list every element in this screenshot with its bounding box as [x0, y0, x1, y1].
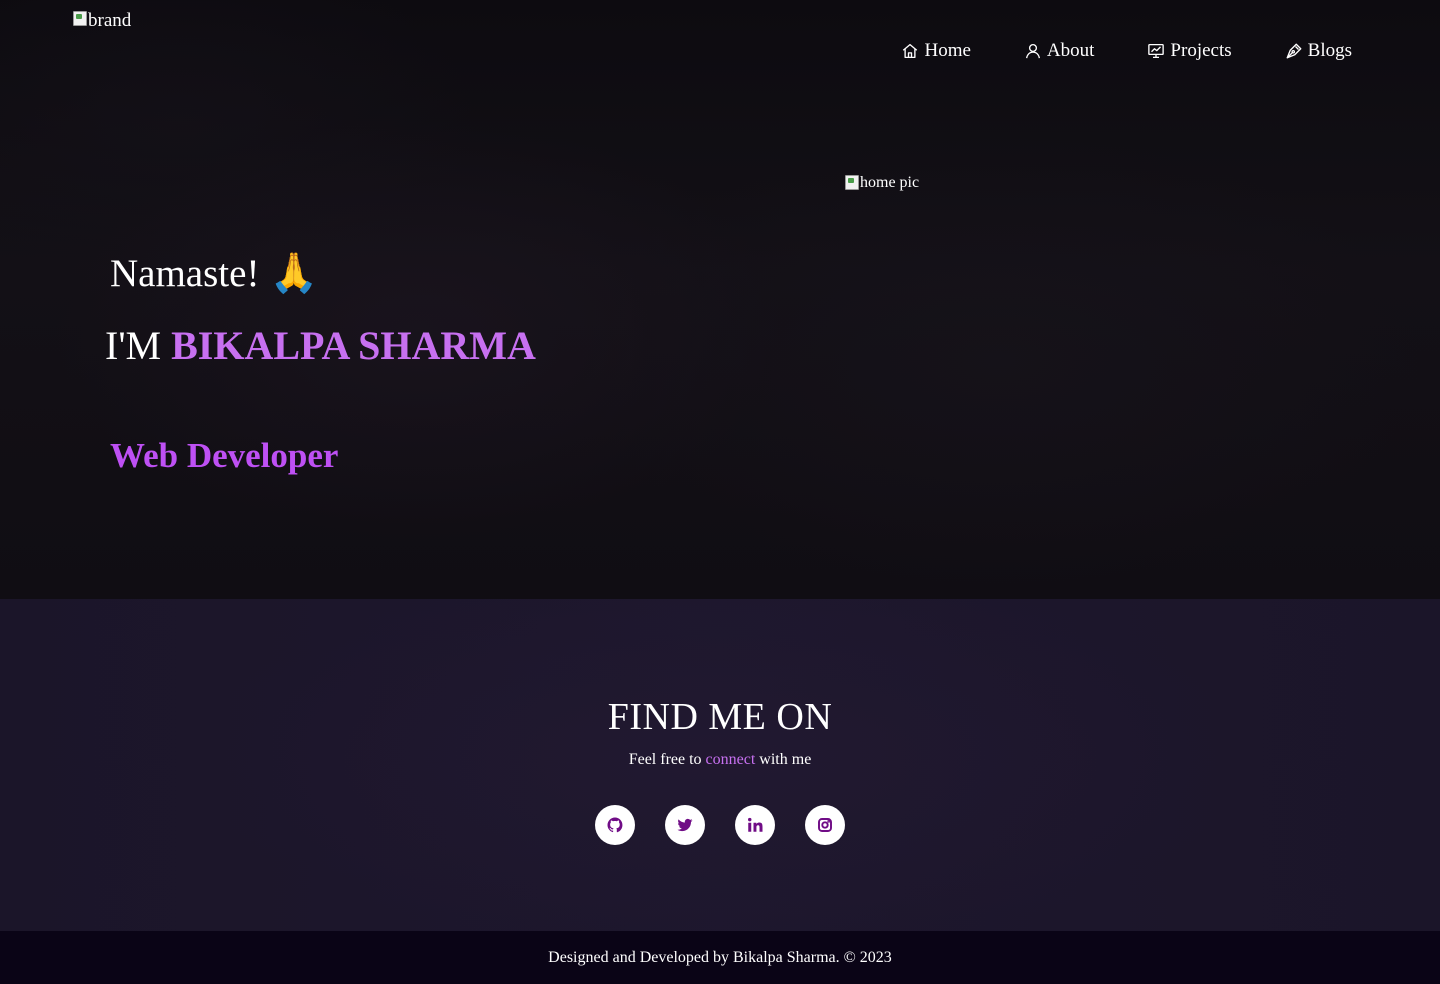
- github-link[interactable]: [595, 805, 635, 845]
- intro-heading: I'M BIKALPA SHARMA: [105, 322, 536, 369]
- subtitle-accent: connect: [705, 751, 756, 768]
- footer-copyright: Designed and Developed by Bikalpa Sharma…: [548, 948, 892, 966]
- twitter-link[interactable]: [665, 805, 705, 845]
- nav-item-label: Blogs: [1307, 40, 1352, 61]
- social-links: [595, 805, 845, 845]
- github-icon: [607, 817, 623, 833]
- twitter-icon: [677, 818, 693, 832]
- home-image: home pic: [844, 174, 919, 192]
- page: brand Home About Projects Blogs Namaste!…: [0, 0, 1440, 984]
- subtitle-before: Feel free to: [628, 751, 702, 768]
- linkedin-link[interactable]: [735, 805, 775, 845]
- nav-item-about[interactable]: About: [1024, 38, 1095, 64]
- praying-hands-icon: 🙏: [269, 252, 318, 295]
- nav-item-blogs[interactable]: Blogs: [1285, 38, 1352, 64]
- home-icon: [903, 43, 918, 59]
- find-me-title: FIND ME ON: [607, 696, 833, 738]
- nav-item-label: Projects: [1170, 40, 1232, 61]
- instagram-link[interactable]: [805, 805, 845, 845]
- instagram-icon: [818, 818, 832, 832]
- hero-section: brand Home About Projects Blogs Namaste!…: [0, 0, 1440, 599]
- pen-icon: [1286, 43, 1302, 59]
- broken-image-icon: [844, 174, 860, 190]
- hero-name: BIKALPA SHARMA: [171, 323, 536, 368]
- brand-alt-text: brand: [88, 10, 132, 31]
- linkedin-icon: [748, 817, 763, 832]
- greeting-heading: Namaste! 🙏: [110, 250, 318, 296]
- subtitle-after: with me: [759, 751, 812, 768]
- main-nav: Home About Projects Blogs: [901, 38, 1352, 64]
- greeting-text: Namaste!: [110, 252, 260, 295]
- brand-logo[interactable]: brand: [72, 10, 131, 40]
- user-icon: [1025, 43, 1040, 59]
- typewriter-role: Web Developer: [110, 436, 339, 475]
- nav-item-home[interactable]: Home: [901, 38, 971, 64]
- footer: Designed and Developed by Bikalpa Sharma…: [0, 931, 1440, 984]
- projects-icon: [1148, 43, 1165, 59]
- broken-image-icon: [72, 10, 88, 26]
- nav-item-label: About: [1046, 40, 1095, 61]
- nav-item-projects[interactable]: Projects: [1147, 38, 1232, 64]
- find-me-subtitle: Feel free to connect with me: [0, 751, 1440, 769]
- intro-prefix: I'M: [105, 323, 162, 368]
- nav-item-label: Home: [924, 40, 971, 61]
- social-section: FIND ME ON Feel free to connect with me: [0, 599, 1440, 931]
- home-image-alt: home pic: [860, 174, 920, 191]
